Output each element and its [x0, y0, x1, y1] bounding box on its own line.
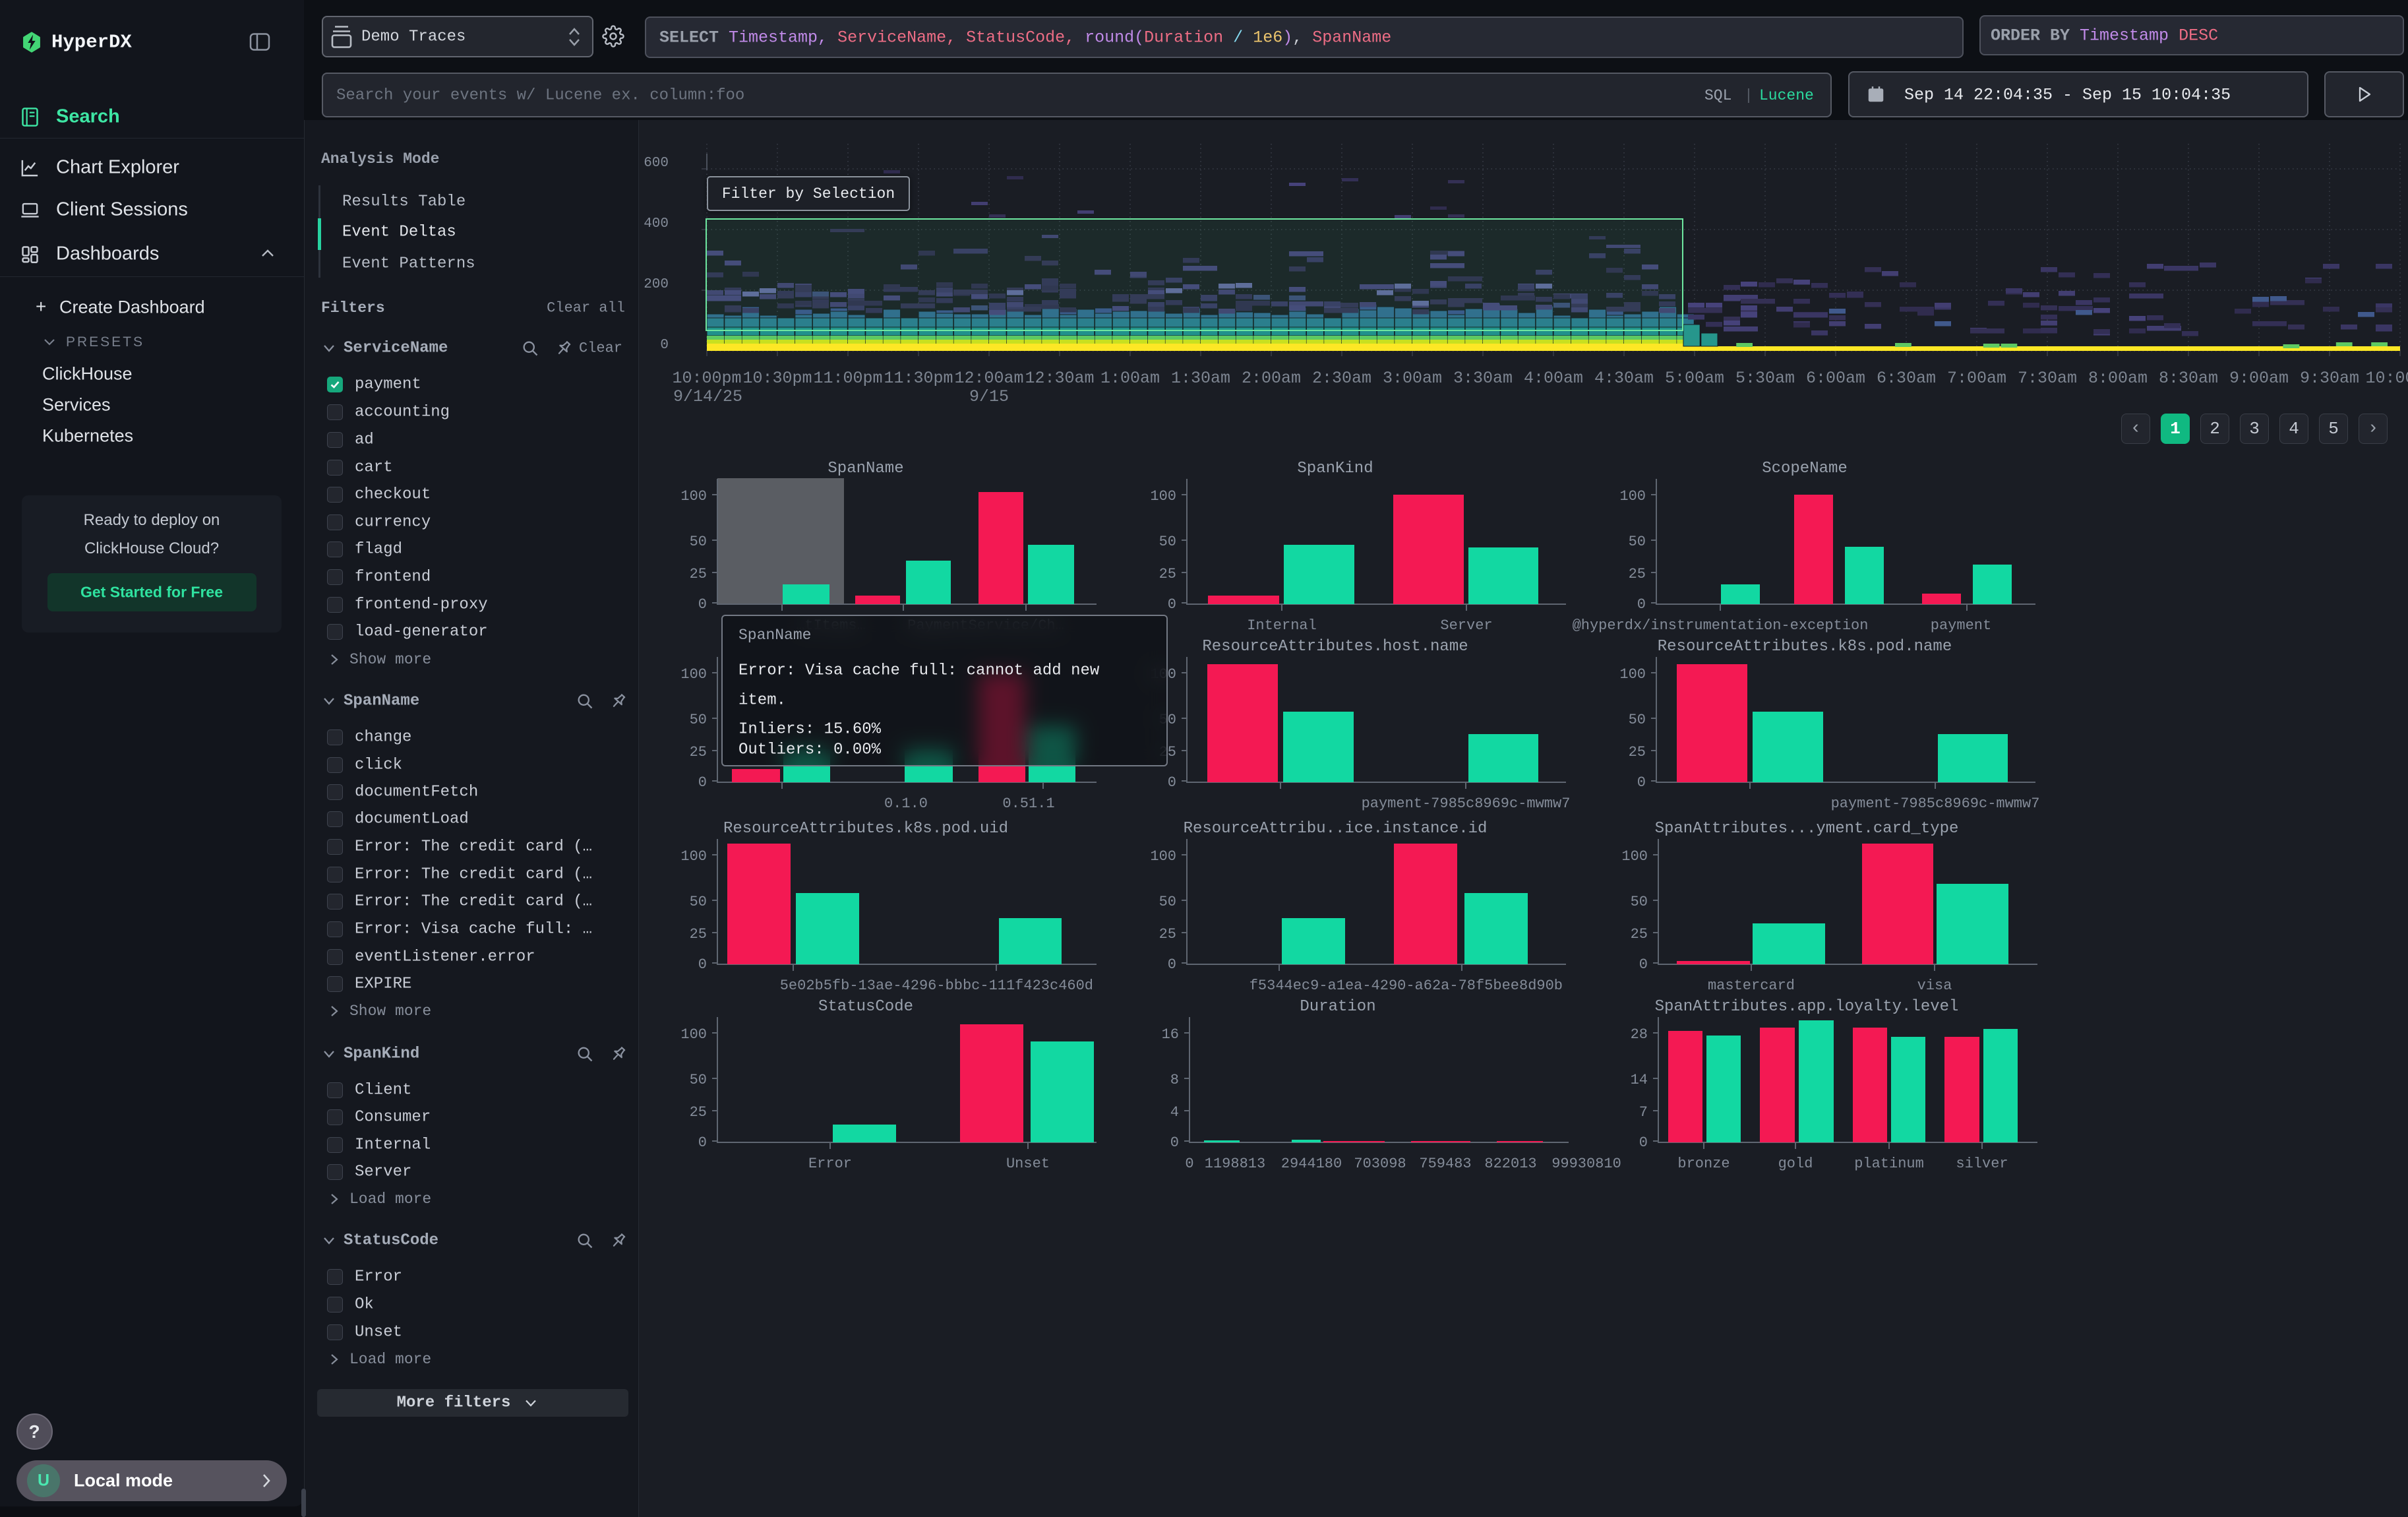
- svg-text:28: 28: [1631, 1026, 1648, 1043]
- svg-text:4: 4: [1170, 1104, 1179, 1121]
- svg-text:ScopeName: ScopeName: [1762, 460, 1848, 478]
- svg-text:0: 0: [698, 956, 707, 973]
- svg-text:2944180: 2944180: [1281, 1156, 1342, 1172]
- svg-text:50: 50: [1631, 894, 1648, 910]
- svg-text:Duration: Duration: [1300, 998, 1375, 1016]
- svg-text:@hyperdx/instrumentation-excep: @hyperdx/instrumentation-exception: [1573, 617, 1869, 634]
- svg-text:50: 50: [690, 534, 707, 550]
- svg-text:Server: Server: [1440, 617, 1492, 634]
- svg-text:ResourceAttributes.k8s.pod.uid: ResourceAttributes.k8s.pod.uid: [723, 820, 1008, 838]
- svg-text:SpanAttributes.app.loyalty.lev: SpanAttributes.app.loyalty.level: [1655, 998, 1959, 1016]
- svg-text:mastercard: mastercard: [1708, 977, 1795, 994]
- svg-text:payment-7985c8969c-mwmw7: payment-7985c8969c-mwmw7: [1362, 795, 1571, 812]
- svg-text:0: 0: [698, 774, 707, 791]
- svg-text:50: 50: [690, 712, 707, 728]
- svg-text:50: 50: [1159, 534, 1176, 550]
- svg-text:0.51.1: 0.51.1: [1002, 795, 1054, 812]
- svg-text:0: 0: [1168, 774, 1176, 791]
- svg-text:0: 0: [1637, 774, 1646, 791]
- svg-text:25: 25: [1159, 566, 1176, 582]
- svg-text:0: 0: [1639, 956, 1648, 973]
- svg-text:Internal: Internal: [1247, 617, 1317, 634]
- svg-text:platinum: platinum: [1854, 1156, 1924, 1172]
- svg-text:703098: 703098: [1354, 1156, 1406, 1172]
- svg-text:50: 50: [1629, 534, 1646, 550]
- svg-text:16: 16: [1162, 1026, 1179, 1043]
- svg-text:1198813: 1198813: [1205, 1156, 1265, 1172]
- svg-text:silver: silver: [1956, 1156, 2008, 1172]
- svg-text:ResourceAttribu..ice.instance.: ResourceAttribu..ice.instance.id: [1184, 820, 1488, 838]
- svg-text:f5344ec9-a1ea-4290-a62a-78f5be: f5344ec9-a1ea-4290-a62a-78f5bee8d90b: [1249, 977, 1563, 994]
- svg-text:99930810: 99930810: [1551, 1156, 1621, 1172]
- svg-text:25: 25: [1159, 926, 1176, 943]
- svg-text:50: 50: [1629, 712, 1646, 728]
- svg-text:SpanName: SpanName: [828, 460, 903, 478]
- svg-text:100: 100: [1150, 848, 1176, 865]
- svg-text:0: 0: [698, 596, 707, 613]
- svg-text:visa: visa: [1917, 977, 1952, 994]
- svg-text:payment-7985c8969c-mwmw7: payment-7985c8969c-mwmw7: [1831, 795, 2040, 812]
- svg-text:Unset: Unset: [1006, 1156, 1050, 1172]
- svg-text:25: 25: [1631, 926, 1648, 943]
- svg-text:0: 0: [1637, 596, 1646, 613]
- svg-text:50: 50: [1159, 894, 1176, 910]
- svg-text:0: 0: [698, 1134, 707, 1151]
- svg-text:payment: payment: [1931, 617, 1991, 634]
- svg-text:5e02b5fb-13ae-4296-bbbc-111f42: 5e02b5fb-13ae-4296-bbbc-111f423c460d: [780, 977, 1093, 994]
- svg-text:50: 50: [690, 894, 707, 910]
- svg-text:100: 100: [1150, 488, 1176, 505]
- svg-text:bronze: bronze: [1677, 1156, 1730, 1172]
- svg-text:Error: Error: [808, 1156, 852, 1172]
- svg-text:759483: 759483: [1419, 1156, 1471, 1172]
- svg-text:0.1.0: 0.1.0: [884, 795, 928, 812]
- svg-text:0: 0: [1639, 1134, 1648, 1151]
- svg-text:0: 0: [1168, 596, 1176, 613]
- svg-text:25: 25: [690, 1104, 707, 1121]
- svg-text:100: 100: [1619, 488, 1646, 505]
- svg-text:8: 8: [1170, 1072, 1179, 1088]
- svg-text:0: 0: [1185, 1156, 1193, 1172]
- svg-text:gold: gold: [1778, 1156, 1813, 1172]
- svg-text:100: 100: [680, 488, 707, 505]
- svg-text:100: 100: [680, 666, 707, 683]
- svg-text:25: 25: [690, 566, 707, 582]
- svg-text:25: 25: [1629, 566, 1646, 582]
- svg-text:0: 0: [1170, 1134, 1179, 1151]
- svg-text:25: 25: [690, 744, 707, 760]
- svg-text:14: 14: [1631, 1072, 1648, 1088]
- svg-text:50: 50: [690, 1072, 707, 1088]
- svg-text:SpanKind: SpanKind: [1297, 460, 1373, 478]
- svg-text:100: 100: [680, 1026, 707, 1043]
- svg-text:ResourceAttributes.host.name: ResourceAttributes.host.name: [1202, 638, 1468, 656]
- svg-text:0: 0: [1168, 956, 1176, 973]
- svg-text:100: 100: [680, 848, 707, 865]
- svg-text:ResourceAttributes.k8s.pod.nam: ResourceAttributes.k8s.pod.name: [1658, 638, 1952, 656]
- svg-text:100: 100: [1621, 848, 1648, 865]
- svg-text:SpanAttributes...yment.card_ty: SpanAttributes...yment.card_type: [1655, 820, 1959, 838]
- svg-text:100: 100: [1619, 666, 1646, 683]
- svg-text:25: 25: [690, 926, 707, 943]
- svg-text:StatusCode: StatusCode: [818, 998, 913, 1016]
- svg-text:25: 25: [1629, 744, 1646, 760]
- svg-text:822013: 822013: [1484, 1156, 1536, 1172]
- svg-text:7: 7: [1639, 1104, 1648, 1121]
